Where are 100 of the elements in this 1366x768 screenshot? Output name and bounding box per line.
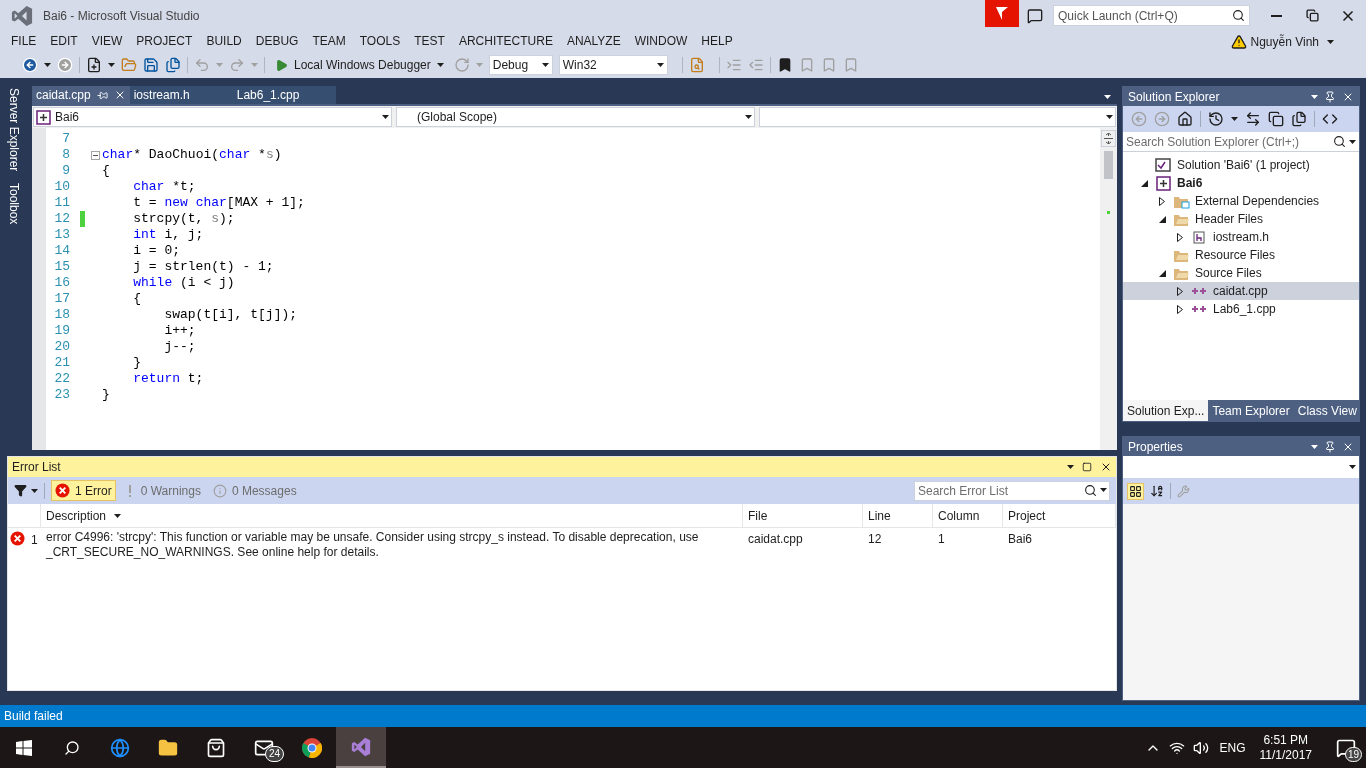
- editor-tab[interactable]: iostream.h: [129, 86, 233, 104]
- caret-icon: [31, 488, 38, 493]
- column-header[interactable]: Project: [1003, 504, 1116, 527]
- side-tab[interactable]: Server Explorer: [5, 88, 23, 172]
- notification-button[interactable]: [985, 0, 1019, 27]
- code-text: t = new char[MAX + 1];: [132, 194, 305, 213]
- panel-tab[interactable]: Team Explorer: [1208, 400, 1294, 421]
- expanded-arrow-icon[interactable]: [1140, 179, 1148, 187]
- column-header[interactable]: Description: [41, 504, 743, 527]
- collapsed-arrow-icon[interactable]: [1177, 286, 1183, 296]
- language-indicator[interactable]: ENG: [1219, 738, 1246, 757]
- collapsed-arrow-icon[interactable]: [1177, 304, 1183, 314]
- line-number: 14: [53, 242, 70, 261]
- menu-item[interactable]: TEST: [407, 31, 452, 52]
- tree-item[interactable]: iostream.h: [1123, 228, 1359, 246]
- search-icon[interactable]: [1333, 135, 1346, 148]
- show-all-files-icon[interactable]: [1291, 111, 1307, 127]
- platform-dropdown[interactable]: Win32: [558, 55, 668, 75]
- feedback-icon[interactable]: [1027, 7, 1043, 24]
- panel-tab[interactable]: Solution Exp...: [1123, 400, 1209, 421]
- home-icon[interactable]: [1177, 111, 1193, 127]
- menu-item[interactable]: DEBUG: [248, 31, 306, 52]
- tree-item[interactable]: Bai6: [1123, 174, 1359, 192]
- start-debugger-button[interactable]: Local Windows Debugger: [271, 54, 448, 76]
- volume-icon[interactable]: [1193, 739, 1210, 756]
- collapsed-arrow-icon[interactable]: [1177, 232, 1183, 242]
- menu-item[interactable]: TOOLS: [352, 31, 408, 52]
- maximize-icon[interactable]: [1082, 462, 1092, 472]
- collapse-all-icon[interactable]: [1268, 111, 1284, 127]
- pin-icon[interactable]: [1324, 440, 1336, 453]
- pin-icon[interactable]: [96, 89, 108, 101]
- menu-item[interactable]: TEAM: [305, 31, 353, 52]
- code-text: swap(t[i], t[j]);: [163, 306, 298, 325]
- configuration-dropdown[interactable]: Debug: [488, 55, 553, 75]
- clock-time[interactable]: 6:51 PM: [1263, 732, 1309, 748]
- header-file-icon: [1193, 230, 1205, 244]
- split-handle[interactable]: [1101, 130, 1116, 147]
- code-text: }: [102, 386, 110, 405]
- column-header[interactable]: Column: [933, 504, 1003, 527]
- tree-item[interactable]: caidat.cpp: [1123, 282, 1359, 300]
- tree-item-label: caidat.cpp: [1213, 283, 1268, 300]
- caret-icon: [1100, 488, 1107, 492]
- sort-icon[interactable]: [1150, 484, 1164, 498]
- filter-toggle[interactable]: 0 Messages: [208, 480, 301, 501]
- menu-item[interactable]: BUILD: [199, 31, 249, 52]
- scrollbar-thumb[interactable]: [1104, 151, 1113, 179]
- tree-item[interactable]: Header Files: [1123, 210, 1359, 228]
- tree-item[interactable]: External Dependencies: [1123, 192, 1359, 210]
- menu-item[interactable]: FILE: [4, 31, 44, 52]
- menu-item[interactable]: ARCHITECTURE: [451, 31, 560, 52]
- caret-icon: [1231, 117, 1238, 121]
- menu-item[interactable]: PROJECT: [129, 31, 200, 52]
- search-icon[interactable]: [1084, 483, 1097, 497]
- filter-toggle[interactable]: 1 Error: [51, 480, 116, 501]
- search-icon[interactable]: [1232, 9, 1245, 22]
- pin-icon[interactable]: [1324, 90, 1336, 103]
- menu-item[interactable]: ANALYZE: [559, 31, 628, 52]
- windows-icon: [16, 739, 32, 756]
- search-field[interactable]: Search Solution Explorer (Ctrl+;): [1123, 132, 1359, 152]
- column-header[interactable]: File: [743, 504, 863, 527]
- line-number: 21: [53, 354, 70, 373]
- expanded-arrow-icon[interactable]: [1158, 269, 1166, 277]
- categorized-icon[interactable]: [1129, 484, 1142, 498]
- menu-item[interactable]: HELP: [694, 31, 740, 52]
- line-number: 19: [53, 322, 70, 341]
- history-icon[interactable]: [1208, 111, 1224, 127]
- save-icon[interactable]: [143, 57, 159, 73]
- clock-date[interactable]: 11/1/2017: [1259, 747, 1312, 763]
- filter-toggle[interactable]: 0 Warnings: [119, 480, 205, 501]
- sync-icon[interactable]: [1245, 111, 1261, 127]
- table-cell: 1: [938, 532, 945, 546]
- notification-center-button[interactable]: 19: [1326, 727, 1366, 768]
- collapsed-arrow-icon[interactable]: [1159, 196, 1165, 206]
- tree-item-label: Resource Files: [1195, 247, 1276, 264]
- taskbar-app[interactable]: 24: [240, 727, 288, 768]
- expanded-arrow-icon[interactable]: [1158, 215, 1166, 223]
- menu-item[interactable]: EDIT: [43, 31, 85, 52]
- column-header[interactable]: Line: [863, 504, 933, 527]
- scope-dropdown[interactable]: (Global Scope): [396, 107, 755, 127]
- close-icon[interactable]: [1100, 461, 1112, 473]
- save-all-icon[interactable]: [165, 57, 181, 73]
- user-name[interactable]: Nguyễn Vinh: [1250, 32, 1319, 51]
- editor-tab[interactable]: caidat.cpp: [32, 86, 130, 104]
- side-tab[interactable]: Toolbox: [5, 183, 23, 225]
- tree-item[interactable]: Solution 'Bai6' (1 project): [1123, 156, 1359, 174]
- panel-tab[interactable]: Class View: [1293, 400, 1361, 421]
- caret-icon: [216, 63, 223, 67]
- new-file-icon[interactable]: [86, 57, 102, 73]
- tree-item[interactable]: Source Files: [1123, 264, 1359, 282]
- collapse-icon[interactable]: [90, 150, 100, 160]
- editor-tab[interactable]: Lab6_1.cpp: [232, 86, 336, 104]
- menu-item[interactable]: VIEW: [84, 31, 130, 52]
- search-field[interactable]: Search Error List: [914, 480, 1110, 501]
- quick-launch-field[interactable]: Quick Launch (Ctrl+Q): [1053, 5, 1250, 26]
- project-dropdown[interactable]: Bai6: [33, 107, 392, 127]
- tree-item[interactable]: Resource Files: [1123, 246, 1359, 264]
- tree-item[interactable]: Lab6_1.cpp: [1123, 300, 1359, 318]
- menu-item[interactable]: WINDOW: [627, 31, 695, 52]
- filter-icon[interactable]: [14, 484, 27, 497]
- code-icon[interactable]: [1322, 111, 1338, 127]
